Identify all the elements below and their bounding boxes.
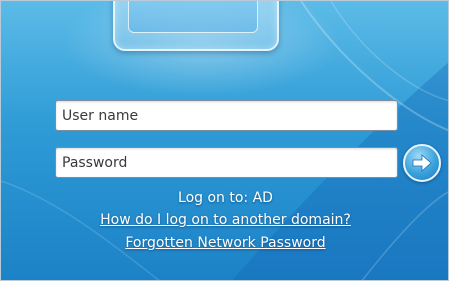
logon-screen: Log on to: AD How do I log on to another… [0,0,449,281]
logon-domain-label: Log on to: AD [178,190,273,206]
forgotten-password-link[interactable]: Forgotten Network Password [1,235,448,251]
user-picture [128,1,258,33]
password-input[interactable] [55,147,398,178]
username-input[interactable] [55,100,398,131]
submit-button[interactable] [403,144,441,182]
right-arrow-icon [412,154,432,172]
other-domain-link[interactable]: How do I log on to another domain? [1,212,448,228]
